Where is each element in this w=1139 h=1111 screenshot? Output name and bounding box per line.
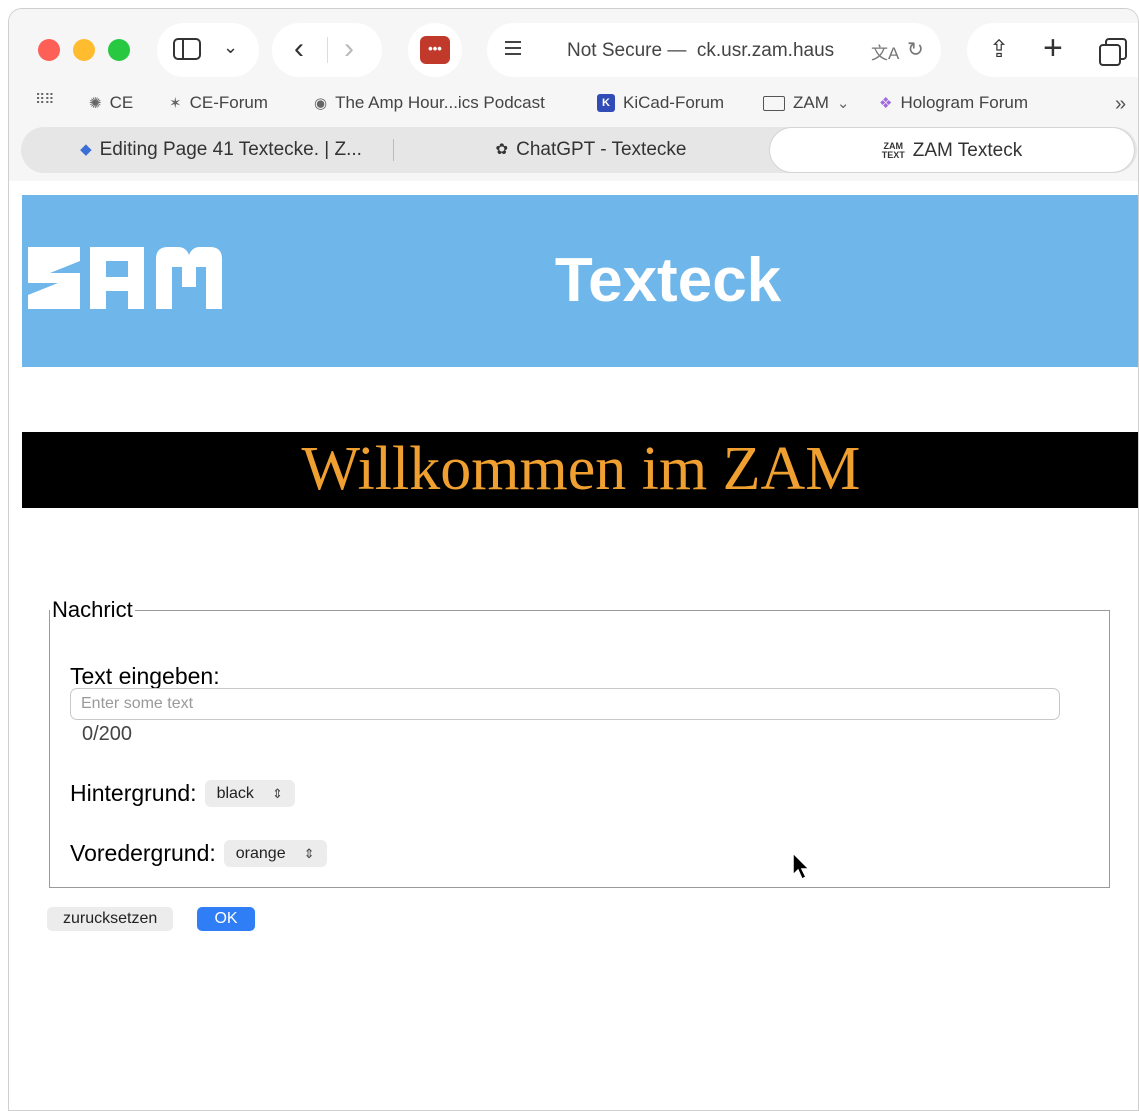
reader-icon[interactable] bbox=[505, 41, 521, 59]
navigation-buttons: ‹ › bbox=[272, 23, 382, 77]
address-bar[interactable]: Not Secure — ck.usr.zam.haus 文A ↻ bbox=[487, 23, 941, 77]
bookmarks-bar: ⠿⠿ ✺ CE ✶ CE-Forum ◉ The Amp Hour...ics … bbox=[9, 87, 1138, 123]
foreground-select[interactable]: orange ⇕ bbox=[223, 840, 327, 867]
background-select-value: black bbox=[216, 784, 254, 802]
chevron-up-down-icon: ⇕ bbox=[271, 785, 283, 801]
zam-favicon-icon: ZAM TEXT bbox=[881, 140, 905, 160]
tab-label: ZAM Texteck bbox=[912, 140, 1023, 161]
plus-icon[interactable]: + bbox=[1043, 29, 1063, 68]
address-text[interactable]: Not Secure — ck.usr.zam.haus bbox=[567, 40, 834, 62]
bookmark-label: CE-Forum bbox=[189, 93, 268, 112]
bookmark-ce[interactable]: ✺ CE bbox=[89, 93, 133, 113]
background-label: Hintergrund: bbox=[70, 780, 197, 806]
mouse-cursor-icon bbox=[792, 852, 811, 880]
background-row: Hintergrund: black ⇕ bbox=[70, 780, 295, 807]
bookmark-hologram-forum[interactable]: ❖ Hologram Forum bbox=[879, 93, 1028, 113]
tab-editing-page[interactable]: ◆ Editing Page 41 Textecke. | Z... bbox=[51, 127, 391, 173]
more-bookmarks-icon[interactable]: » bbox=[1115, 93, 1126, 116]
tab-separator bbox=[393, 139, 394, 161]
chatgpt-icon: ✿ bbox=[495, 141, 509, 158]
chevron-up-down-icon: ⇕ bbox=[303, 845, 315, 861]
chevron-down-icon: ⌄ bbox=[223, 37, 239, 57]
page-banner: Texteck bbox=[22, 195, 1138, 367]
close-window-button[interactable] bbox=[38, 39, 60, 61]
nav-separator bbox=[327, 37, 328, 63]
bookmark-folder-zam[interactable]: ZAM ⌄ bbox=[763, 93, 849, 113]
character-counter: 0/200 bbox=[82, 723, 133, 745]
tab-label: Editing Page 41 Textecke. | Z... bbox=[99, 139, 362, 161]
chevron-right-icon[interactable]: › bbox=[344, 32, 354, 66]
extension-button[interactable]: ••• bbox=[408, 23, 462, 77]
foreground-label: Voredergrund: bbox=[70, 840, 216, 866]
browser-toolbar: ⌄ ‹ › ••• Not Secure — ck.usr.zam.haus 文… bbox=[9, 9, 1138, 87]
tab-bar: ◆ Editing Page 41 Textecke. | Z... ✿ ChatG… bbox=[9, 123, 1138, 181]
foreground-row: Voredergrund: orange ⇕ bbox=[70, 840, 327, 867]
chevron-left-icon[interactable]: ‹ bbox=[294, 32, 304, 66]
tab-strip: ◆ Editing Page 41 Textecke. | Z... ✿ ChatG… bbox=[21, 127, 1137, 173]
tab-overview-icon[interactable] bbox=[1099, 38, 1127, 66]
forum-icon: ✶ bbox=[169, 95, 182, 112]
translate-icon[interactable]: 文A bbox=[871, 39, 899, 64]
bookmark-ce-forum[interactable]: ✶ CE-Forum bbox=[169, 93, 268, 113]
bookmark-label: Hologram Forum bbox=[900, 93, 1028, 112]
reset-button[interactable]: zurucksetzen bbox=[47, 907, 174, 931]
password-manager-icon: ••• bbox=[420, 36, 450, 64]
podcast-icon: ◉ bbox=[314, 95, 328, 112]
minimize-window-button[interactable] bbox=[73, 39, 95, 61]
bookmark-label: CE bbox=[109, 93, 134, 112]
message-fieldset: Nachrict Text eingeben: 0/200 Hintergrun… bbox=[49, 597, 1110, 888]
banner-title: Texteck bbox=[554, 246, 782, 315]
ok-button[interactable]: OK bbox=[197, 907, 255, 931]
fieldset-legend: Nachrict bbox=[52, 597, 133, 622]
sidebar-icon bbox=[173, 38, 201, 60]
background-select[interactable]: black ⇕ bbox=[204, 780, 295, 807]
browser-window: ⌄ ‹ › ••• Not Secure — ck.usr.zam.haus 文… bbox=[8, 8, 1139, 1111]
hologram-icon: ❖ bbox=[879, 95, 893, 112]
zoom-window-button[interactable] bbox=[108, 39, 130, 61]
folder-icon bbox=[763, 95, 785, 111]
sun-icon: ✺ bbox=[89, 95, 102, 112]
toolbar-actions: ⇪ + bbox=[967, 23, 1138, 77]
tab-zam-texteck[interactable]: ZAM TEXT ZAM Texteck bbox=[769, 127, 1135, 173]
layers-icon: ◆ bbox=[80, 141, 92, 158]
bookmark-label: KiCad-Forum bbox=[623, 93, 725, 112]
kicad-icon: K bbox=[597, 94, 615, 112]
welcome-message: Willkommen im ZAM bbox=[22, 432, 1138, 508]
share-icon[interactable]: ⇪ bbox=[989, 35, 1009, 64]
bookmark-kicad-forum[interactable]: K KiCad-Forum bbox=[597, 93, 724, 113]
foreground-select-value: orange bbox=[235, 844, 286, 862]
tab-chatgpt[interactable]: ✿ ChatGPT - Textecke bbox=[421, 127, 761, 173]
grid-icon[interactable]: ⠿⠿ bbox=[35, 91, 54, 108]
bookmark-amp-hour[interactable]: ◉ The Amp Hour...ics Podcast bbox=[314, 93, 545, 113]
message-text-input[interactable] bbox=[70, 688, 1060, 720]
tab-label: ChatGPT - Textecke bbox=[516, 139, 687, 161]
bookmark-label: The Amp Hour...ics Podcast bbox=[335, 93, 545, 112]
chevron-down-icon: ⌄ bbox=[836, 95, 850, 112]
sidebar-toggle-button[interactable]: ⌄ bbox=[157, 23, 259, 77]
bookmark-label: ZAM bbox=[793, 93, 829, 112]
reload-icon[interactable]: ↻ bbox=[907, 37, 924, 62]
text-input-label: Text eingeben: bbox=[70, 663, 220, 689]
